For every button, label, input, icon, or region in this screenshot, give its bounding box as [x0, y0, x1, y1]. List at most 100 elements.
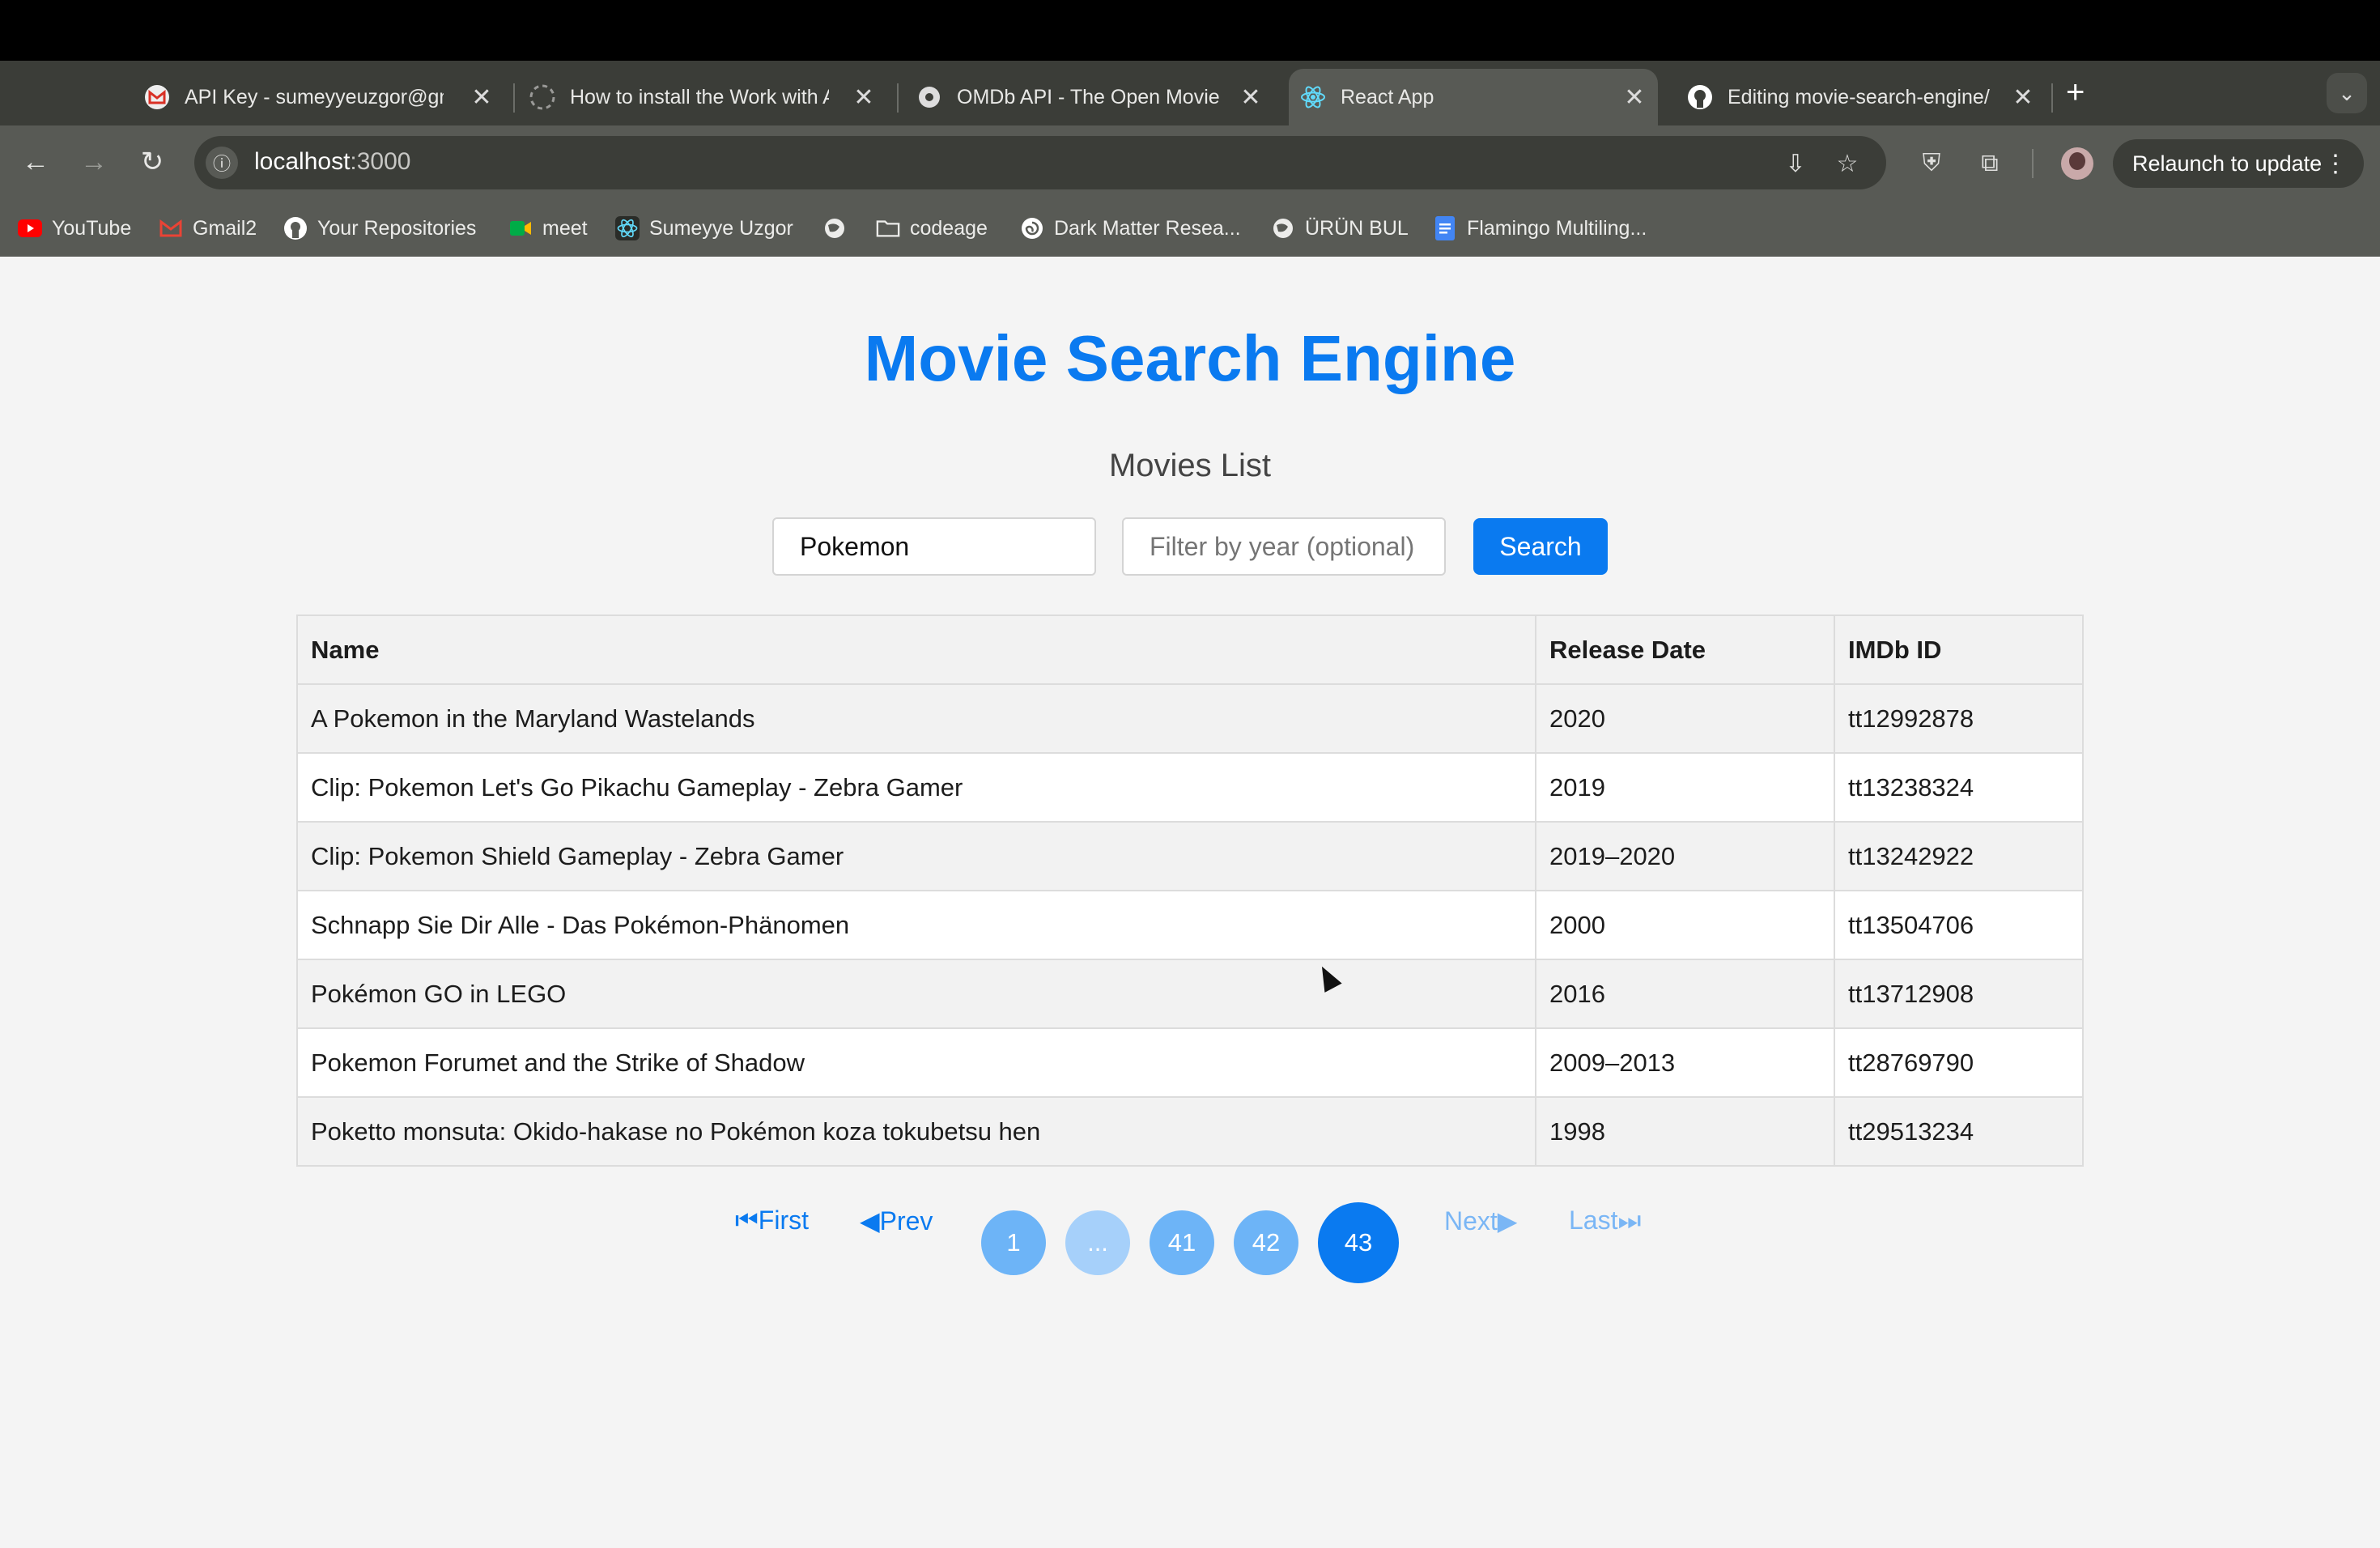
more-menu-icon[interactable]: ⋮ [2323, 150, 2348, 178]
tab-api-key[interactable]: API Key - sumeyyeuzgor@gmail.com ✕ [142, 69, 494, 125]
github-icon [283, 216, 308, 240]
youtube-icon [18, 216, 42, 240]
github-icon [1685, 83, 1715, 112]
bookmark-your-repositories[interactable]: Your Repositories [283, 212, 476, 245]
column-header-imdb-id: IMDb ID [1834, 615, 2084, 685]
movie-name: Schnapp Sie Dir Alle - Das Pokémon-Phäno… [296, 890, 1536, 960]
movie-imdb-id: tt13242922 [1834, 821, 2084, 891]
movie-release-date: 2009–2013 [1535, 1027, 1835, 1098]
relaunch-label: Relaunch to update [2132, 151, 2323, 176]
bookmark-flamingo[interactable]: Flamingo Multiling... [1433, 212, 1647, 245]
folder-icon [876, 216, 900, 240]
react-icon [615, 216, 640, 240]
page-ellipsis: ... [1065, 1210, 1130, 1275]
tab-github-editing[interactable]: Editing movie-search-engine/ ✕ [1685, 69, 2035, 125]
table-row: Pokémon GO in LEGO 2016 tt13712908 [296, 959, 2084, 1029]
install-app-icon[interactable]: ⇩ [1781, 149, 1810, 178]
profile-avatar[interactable] [2061, 147, 2093, 180]
close-icon[interactable]: ✕ [1622, 83, 1647, 112]
page-title: Movie Search Engine [864, 322, 1516, 394]
next-page-button[interactable]: Next▶ [1444, 1206, 1517, 1236]
tab-title: OMDb API - The Open Movie Database [957, 85, 1224, 108]
page-button-42[interactable]: 42 [1234, 1210, 1298, 1275]
movie-release-date: 2020 [1535, 683, 1835, 754]
shield-extension-icon[interactable]: ⛨ [1914, 146, 1949, 181]
react-app-page: Movie Search Engine Movies List Pokemon … [0, 257, 2380, 1548]
movie-name: Pokemon Forumet and the Strike of Shadow [296, 1027, 1536, 1098]
meet-icon [508, 216, 533, 240]
docs-icon [1433, 216, 1457, 240]
page-button-41[interactable]: 41 [1150, 1210, 1214, 1275]
table-row: Clip: Pokemon Shield Gameplay - Zebra Ga… [296, 821, 2084, 891]
movie-name: A Pokemon in the Maryland Wastelands [296, 683, 1536, 754]
movie-imdb-id: tt28769790 [1834, 1027, 2084, 1098]
movies-table: Name Release Date IMDb ID A Pokemon in t… [296, 615, 2084, 1167]
site-info-icon[interactable]: ⓘ [206, 147, 238, 179]
column-header-release-date: Release Date [1535, 615, 1835, 685]
movie-release-date: 1998 [1535, 1096, 1835, 1167]
close-icon[interactable]: ✕ [2011, 83, 2035, 112]
movie-imdb-id: tt13712908 [1834, 959, 2084, 1029]
year-filter-input[interactable]: Filter by year (optional) [1122, 517, 1446, 576]
last-page-button[interactable]: Last⏭ [1569, 1206, 1641, 1236]
table-row: Poketto monsuta: Okido-hakase no Pokémon… [296, 1096, 2084, 1167]
tab-title: React App [1341, 85, 1434, 108]
first-page-button[interactable]: ⏮First [735, 1206, 809, 1236]
mac-menubar [0, 0, 2380, 61]
movie-name: Pokémon GO in LEGO [296, 959, 1536, 1029]
movie-release-date: 2019 [1535, 752, 1835, 823]
tab-search-button[interactable]: ⌄ [2327, 73, 2367, 113]
page-button-1[interactable]: 1 [981, 1210, 1046, 1275]
bookmark-urun-bul[interactable]: ÜRÜN BUL [1271, 212, 1409, 245]
table-row: A Pokemon in the Maryland Wastelands 202… [296, 683, 2084, 754]
movie-release-date: 2016 [1535, 959, 1835, 1029]
gmail-icon [159, 216, 183, 240]
bookmark-sumeyye-uzgor[interactable]: Sumeyye Uzgor [615, 212, 793, 245]
movie-imdb-id: tt13504706 [1834, 890, 2084, 960]
column-header-name: Name [296, 615, 1536, 685]
new-tab-button[interactable]: + [2066, 74, 2085, 111]
table-row: Schnapp Sie Dir Alle - Das Pokémon-Phäno… [296, 890, 2084, 960]
search-input[interactable]: Pokemon [772, 517, 1096, 576]
reload-icon[interactable]: ↻ [134, 144, 170, 180]
url-text: localhost:3000 [254, 148, 411, 175]
loading-icon [528, 83, 557, 112]
prev-page-button[interactable]: ◀Prev [860, 1206, 933, 1236]
bookmark-globe[interactable] [822, 212, 856, 245]
movie-imdb-id: tt29513234 [1834, 1096, 2084, 1167]
table-row: Pokemon Forumet and the Strike of Shadow… [296, 1027, 2084, 1098]
movie-release-date: 2000 [1535, 890, 1835, 960]
page-button-43-current[interactable]: 43 [1318, 1202, 1399, 1283]
movie-name: Poketto monsuta: Okido-hakase no Pokémon… [296, 1096, 1536, 1167]
gmail-icon [142, 83, 172, 112]
extensions-icon[interactable]: ⧉ [1972, 146, 2008, 181]
bookmark-youtube[interactable]: YouTube [18, 212, 131, 245]
relaunch-button[interactable]: Relaunch to update ⋮ [2113, 139, 2364, 188]
table-row: Clip: Pokemon Let's Go Pikachu Gameplay … [296, 752, 2084, 823]
forward-icon[interactable]: → [76, 144, 112, 180]
movie-name: Clip: Pokemon Let's Go Pikachu Gameplay … [296, 752, 1536, 823]
tab-title: API Key - sumeyyeuzgor@gmail.com [185, 85, 444, 108]
movie-imdb-id: tt12992878 [1834, 683, 2084, 754]
search-button[interactable]: Search [1473, 518, 1608, 575]
globe-icon [822, 216, 847, 240]
page-subtitle: Movies List [1108, 448, 1272, 483]
bookmark-codeage[interactable]: codeage [876, 212, 988, 245]
bookmark-gmail2[interactable]: Gmail2 [159, 212, 257, 245]
movie-release-date: 2019–2020 [1535, 821, 1835, 891]
omdb-icon [915, 83, 944, 112]
tab-azure[interactable]: How to install the Work with Azure ✕ [528, 69, 876, 125]
bookmark-meet[interactable]: meet [508, 212, 588, 245]
globe-icon [1271, 216, 1295, 240]
address-bar[interactable]: ⓘ localhost:3000 ⇩ ☆ [194, 136, 1886, 189]
movie-imdb-id: tt13238324 [1834, 752, 2084, 823]
bookmark-dark-matter[interactable]: Dark Matter Resea... [1020, 212, 1241, 245]
close-icon[interactable]: ✕ [470, 83, 494, 112]
back-icon[interactable]: ← [18, 144, 53, 180]
close-icon[interactable]: ✕ [852, 83, 876, 112]
close-icon[interactable]: ✕ [1239, 83, 1263, 112]
tab-react-app[interactable]: React App ✕ [1289, 69, 1658, 125]
bookmark-star-icon[interactable]: ☆ [1833, 149, 1862, 178]
movie-name: Clip: Pokemon Shield Gameplay - Zebra Ga… [296, 821, 1536, 891]
tab-omdb[interactable]: OMDb API - The Open Movie Database ✕ [915, 69, 1263, 125]
